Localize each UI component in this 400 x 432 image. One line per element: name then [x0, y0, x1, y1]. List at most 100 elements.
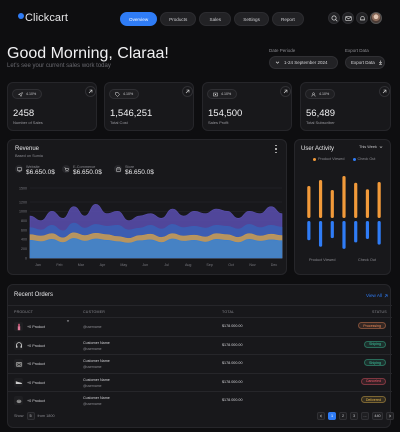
bar-product-viewed	[354, 182, 358, 218]
activity-chart	[307, 176, 381, 249]
recent-orders-card: Recent Orders View All PRODUCT CUSTOMER …	[7, 284, 394, 428]
open-stat-button[interactable]	[379, 86, 390, 97]
avatar[interactable]	[370, 12, 382, 24]
date-periode-label: Date Periode	[269, 48, 296, 53]
search-button[interactable]	[328, 12, 340, 24]
prev-page-button[interactable]	[317, 412, 325, 420]
bell-icon	[359, 15, 365, 20]
pagination: 1 2 3 ... 440	[317, 412, 394, 420]
date-picker[interactable]: 1-24 September 2024	[269, 56, 338, 69]
stat-label: Sales Profit	[208, 120, 229, 125]
page-ellipsis: ...	[361, 412, 369, 420]
bar-check-out	[318, 221, 323, 247]
mail-icon	[344, 15, 352, 21]
logo-mark	[18, 13, 24, 19]
tab-settings[interactable]: Settings	[234, 12, 269, 26]
stat-badge: 4.10%	[207, 89, 238, 99]
order-total: $178.000.00	[222, 342, 243, 347]
chevron-down-icon	[275, 61, 280, 64]
arrow-up-right-icon	[283, 89, 288, 94]
status-badge: Canceled	[360, 377, 386, 385]
bar-check-out	[354, 221, 358, 243]
y-tick-label: 800	[21, 219, 27, 223]
bar-check-out	[365, 221, 370, 239]
x-tick-label: Dec	[271, 263, 278, 267]
app-logo: Clickcart	[25, 12, 69, 24]
user-icon	[311, 92, 316, 97]
bar-product-viewed	[365, 189, 370, 218]
tab-overview[interactable]: Overview	[120, 12, 158, 26]
source-value: $6.650.0$	[26, 169, 55, 176]
bar-check-out	[307, 221, 311, 241]
table-row[interactable]: +0 Product @username $178.000.00 Process…	[8, 319, 392, 335]
messages-button[interactable]	[342, 12, 354, 24]
download-icon	[378, 60, 382, 65]
x-tick-label: Apr	[100, 263, 106, 267]
export-button[interactable]: Export Data	[345, 56, 385, 69]
stat-card-subscriber: 4.10% 56,489 Total Subscriber	[300, 82, 391, 131]
next-page-button[interactable]	[386, 412, 394, 420]
x-tick-label: Oct	[228, 263, 234, 267]
table-row[interactable]: +0 Product Customer Name @username $178.…	[8, 393, 392, 409]
x-tick-label: Aug	[185, 263, 191, 267]
tab-products[interactable]: Products	[160, 12, 197, 26]
revenue-card: Revenue Based on Sumia Website $6.650.0$ …	[7, 139, 287, 275]
customer-handle: @username	[83, 383, 102, 388]
mouse-icon	[14, 396, 23, 405]
monitor-icon	[15, 165, 23, 173]
page-3[interactable]: 3	[350, 412, 358, 420]
orders-title: Recent Orders	[14, 292, 54, 298]
rows-per-page-select[interactable]: 5	[26, 412, 35, 420]
chevron-down-icon	[379, 146, 383, 148]
x-tick-label: Mar	[78, 263, 85, 267]
source-ecommerce: E-Commerce $6.650.0$	[62, 165, 114, 176]
source-website: Website $6.650.0$	[15, 165, 62, 176]
divider	[8, 305, 392, 306]
table-row[interactable]: +0 Product Customer Name @username $178.…	[8, 338, 392, 354]
activity-title: User Activity	[301, 146, 335, 152]
stat-change: 4.10%	[221, 92, 232, 96]
status-badge: Delivered	[360, 396, 386, 403]
more-options-button[interactable]	[273, 145, 279, 153]
order-total: $178.000.00	[222, 324, 243, 328]
stat-badge: 4.10%	[109, 89, 140, 99]
activity-period: This Week	[359, 145, 377, 149]
x-tick-label: Jul	[164, 263, 169, 267]
open-stat-button[interactable]	[182, 86, 193, 97]
legend-label: Check Out	[357, 157, 376, 161]
tab-report[interactable]: Report	[271, 12, 304, 26]
tab-sales[interactable]: Sales	[199, 12, 232, 26]
notifications-button[interactable]	[356, 12, 368, 24]
x-tick-label: Jan	[35, 263, 41, 267]
activity-period-select[interactable]: This Week	[359, 145, 383, 149]
activity-footer-checkout: Check Out	[358, 258, 376, 262]
store-icon	[114, 165, 122, 173]
stat-label: Total Cost	[110, 120, 128, 125]
bar-product-viewed	[330, 190, 334, 218]
activity-footer-viewed: Product Viewed	[309, 258, 336, 262]
page-2[interactable]: 2	[339, 412, 347, 420]
stat-label: Number of Sales	[13, 120, 43, 125]
bar-check-out	[342, 221, 346, 249]
view-all-link[interactable]: View All	[366, 293, 388, 298]
status-badge: Shiping	[364, 359, 386, 366]
table-row[interactable]: +0 Product Customer Name @username $178.…	[8, 375, 392, 391]
stat-badge: 4.10%	[305, 89, 336, 99]
table-row[interactable]: +0 Product Customer Name @username $178.…	[8, 356, 392, 372]
open-stat-button[interactable]	[280, 86, 291, 97]
y-tick-label: 400	[21, 238, 27, 242]
export-label: Export Data	[345, 48, 369, 53]
bar-product-viewed	[307, 186, 311, 218]
customer-handle: @username	[83, 365, 102, 369]
order-total: $178.000.00	[222, 361, 243, 365]
bar-check-out	[377, 221, 381, 245]
open-stat-button[interactable]	[85, 86, 96, 97]
chevron-left-icon	[320, 414, 322, 418]
page-1[interactable]: 1	[328, 412, 336, 420]
stat-badge: 4.10%	[12, 89, 43, 99]
legend-item: Check Out	[352, 157, 376, 161]
product-count: +0 Product	[27, 399, 45, 403]
main-nav: Overview Products Sales Settings Report	[120, 12, 304, 26]
revenue-subtitle: Based on Sumia	[15, 154, 43, 158]
page-last[interactable]: 440	[372, 412, 383, 420]
